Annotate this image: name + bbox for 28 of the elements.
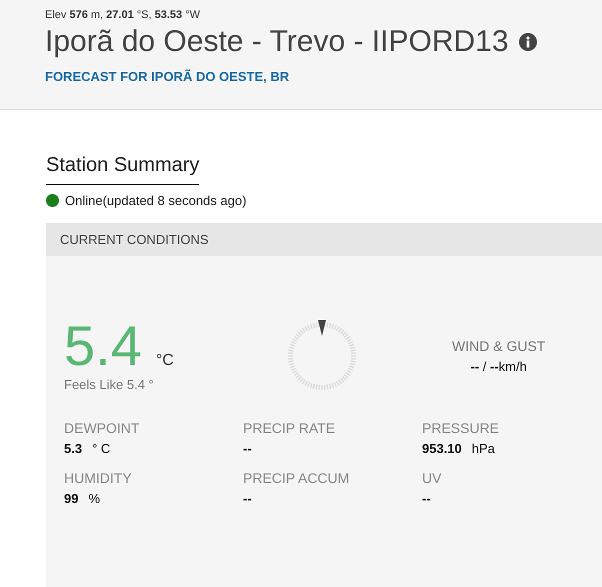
metric-value: -- <box>243 491 252 506</box>
metric-value: -- <box>243 441 252 456</box>
metric-label: DEWPOINT <box>64 420 140 436</box>
forecast-link[interactable]: FORECAST FOR IPORÃ DO OESTE, BR <box>45 69 290 84</box>
wind-compass-drawing <box>286 320 358 392</box>
wind-value: -- / --km/h <box>469 359 528 374</box>
metric-label: PRECIP RATE <box>243 420 336 436</box>
panel-header: CURRENT CONDITIONS <box>46 223 602 256</box>
temperature-unit: °C <box>156 352 174 370</box>
metric-value: -- <box>422 491 431 506</box>
metric-value: 5.3 <box>64 441 82 456</box>
metric-unit: hPa <box>472 441 495 456</box>
info-icon[interactable] <box>518 33 537 51</box>
metric-unit: ° C <box>92 441 110 456</box>
feels-like: Feels Like 5.4 ° <box>64 377 155 392</box>
station-title: Iporã do Oeste - Trevo - IIPORD13 <box>45 24 509 60</box>
metric-label: PRECIP ACCUM <box>243 470 350 486</box>
metric-value: 99 <box>64 491 78 506</box>
metric-label: PRESSURE <box>422 420 500 436</box>
wind-label: WIND & GUST <box>452 338 546 354</box>
elevation-coordinates: Elev 576 m, 27.01 °S, 53.53 °W <box>45 9 201 21</box>
metric-value: 953.10 <box>422 441 462 456</box>
temperature-value: 5.4 <box>64 320 142 372</box>
metric-label: UV <box>422 470 442 486</box>
section-heading: Station Summary <box>46 154 200 185</box>
metric-unit: % <box>88 491 100 506</box>
metric-label: HUMIDITY <box>64 470 133 486</box>
status-text: Online(updated 8 seconds ago) <box>65 193 246 208</box>
